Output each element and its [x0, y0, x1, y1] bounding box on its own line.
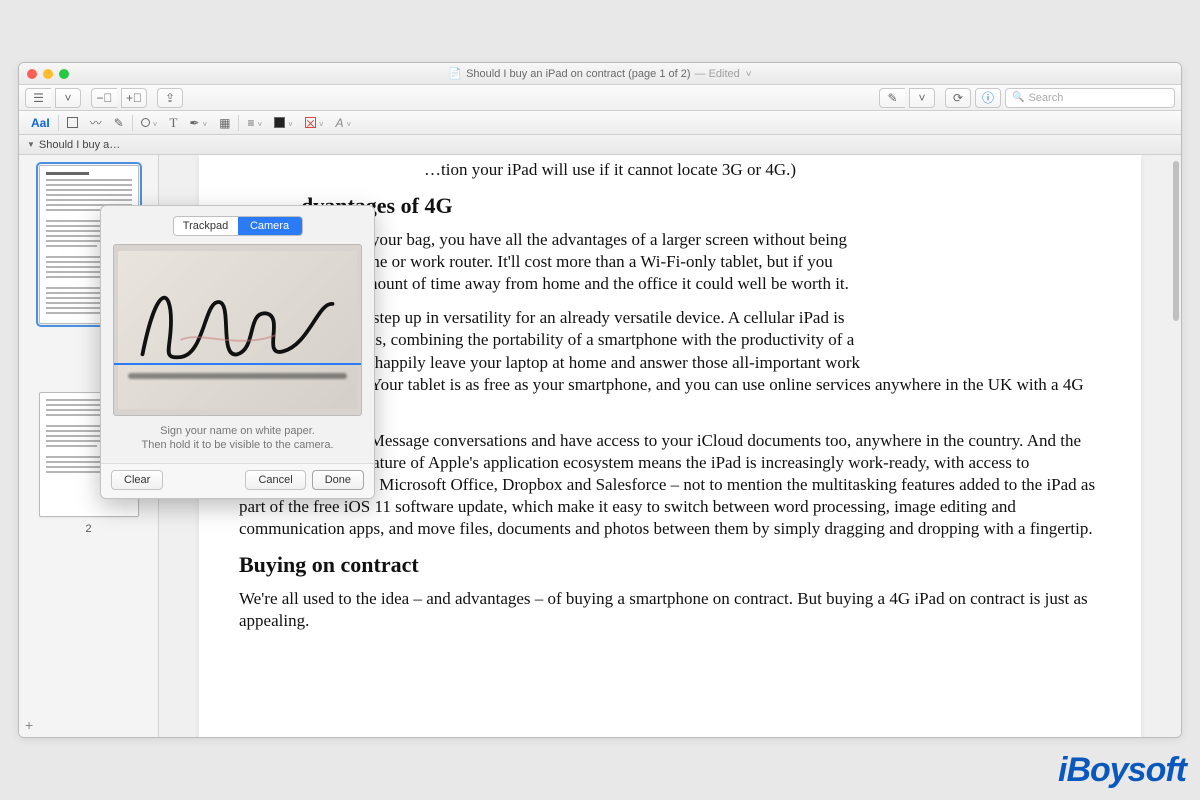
signature-buttons: Clear Cancel Done: [101, 463, 374, 498]
search-placeholder: Search: [1028, 92, 1063, 104]
clear-button[interactable]: Clear: [111, 470, 163, 490]
sign-tool[interactable]: ✒: [183, 114, 213, 132]
draw-tool[interactable]: ✎: [108, 114, 130, 132]
note-tool[interactable]: ▦: [213, 114, 236, 132]
window-edited-label: — Edited: [695, 68, 740, 80]
page-number-2: 2: [29, 523, 148, 535]
border-weight-tool[interactable]: ≡: [241, 114, 268, 132]
text-tool[interactable]: T: [163, 114, 183, 132]
title-menu-chevron-icon: [744, 68, 752, 80]
paper-edge-shadow: [128, 373, 347, 379]
rect-icon: [67, 117, 78, 128]
titlebar: 📄 Should I buy an iPad on contract (page…: [19, 63, 1181, 85]
signature-baseline: [114, 363, 361, 365]
sidebar-menu-button[interactable]: ˅: [55, 88, 81, 108]
captured-signature-icon: [114, 245, 361, 408]
zoom-out-button[interactable]: −⃝: [91, 88, 117, 108]
sign-icon: ✒: [189, 116, 199, 130]
text-icon: T: [169, 115, 177, 131]
main-toolbar: ☰ ˅ −⃝ +⃝ ⇪ ✎ ˅ ⟳ ⓘ Search: [19, 85, 1181, 111]
text-style-tool[interactable]: A: [330, 114, 358, 132]
doc-para-4: We're all used to the idea – and advanta…: [239, 588, 1101, 632]
nofill-icon: [305, 117, 316, 128]
fill-color-tool[interactable]: [299, 114, 330, 132]
thumbnails-header[interactable]: Should I buy a…: [19, 135, 1181, 155]
markup-button[interactable]: ⓘ: [975, 88, 1001, 108]
window-controls: [27, 69, 69, 79]
border-color-tool[interactable]: [268, 114, 299, 132]
titlebar-title: 📄 Should I buy an iPad on contract (page…: [19, 67, 1181, 80]
signature-popover: Trackpad Camera Sign your name on white …: [100, 205, 375, 499]
doc-heading-buying: Buying on contract: [239, 552, 1101, 578]
watermark-logo: iiBoysoftBoysoft: [1058, 751, 1186, 790]
rect-select-tool[interactable]: [61, 114, 84, 132]
trackpad-tab[interactable]: Trackpad: [174, 217, 238, 235]
window-title-text: Should I buy an iPad on contract (page 1…: [466, 68, 690, 80]
add-page-button[interactable]: +: [25, 717, 33, 733]
camera-tab[interactable]: Camera: [238, 217, 302, 235]
markup-toolbar: AaI 〰 ✎ T ✒ ▦ ≡ A: [19, 111, 1181, 135]
doc-icon: 📄: [448, 67, 462, 80]
minimize-window-button[interactable]: [43, 69, 53, 79]
sidebar-toggle-button[interactable]: ☰: [25, 88, 51, 108]
shapes-icon: [141, 118, 150, 127]
rotate-button[interactable]: ⟳: [945, 88, 971, 108]
thumbnails-header-label: Should I buy a…: [39, 139, 120, 151]
share-button[interactable]: ⇪: [157, 88, 183, 108]
zoom-in-button[interactable]: +⃝: [121, 88, 147, 108]
sketch-tool[interactable]: 〰: [84, 114, 108, 132]
astyle-icon: A: [336, 116, 344, 130]
camera-preview: [113, 244, 362, 416]
search-input[interactable]: Search: [1005, 88, 1175, 108]
doc-fragment-top: …tion your iPad will use if it cannot lo…: [239, 159, 1101, 181]
signature-instructions: Sign your name on white paper. Then hold…: [101, 424, 374, 453]
cancel-button[interactable]: Cancel: [245, 470, 305, 490]
scrollbar-thumb[interactable]: [1173, 161, 1179, 321]
text-selection-tool[interactable]: AaI: [25, 114, 56, 132]
signature-mode-segmented-control: Trackpad Camera: [173, 216, 303, 236]
fill-icon: [274, 117, 285, 128]
shapes-tool[interactable]: [135, 114, 164, 132]
maximize-window-button[interactable]: [59, 69, 69, 79]
done-button[interactable]: Done: [312, 470, 364, 490]
highlight-menu-button[interactable]: ˅: [909, 88, 935, 108]
close-window-button[interactable]: [27, 69, 37, 79]
highlight-button[interactable]: ✎: [879, 88, 905, 108]
